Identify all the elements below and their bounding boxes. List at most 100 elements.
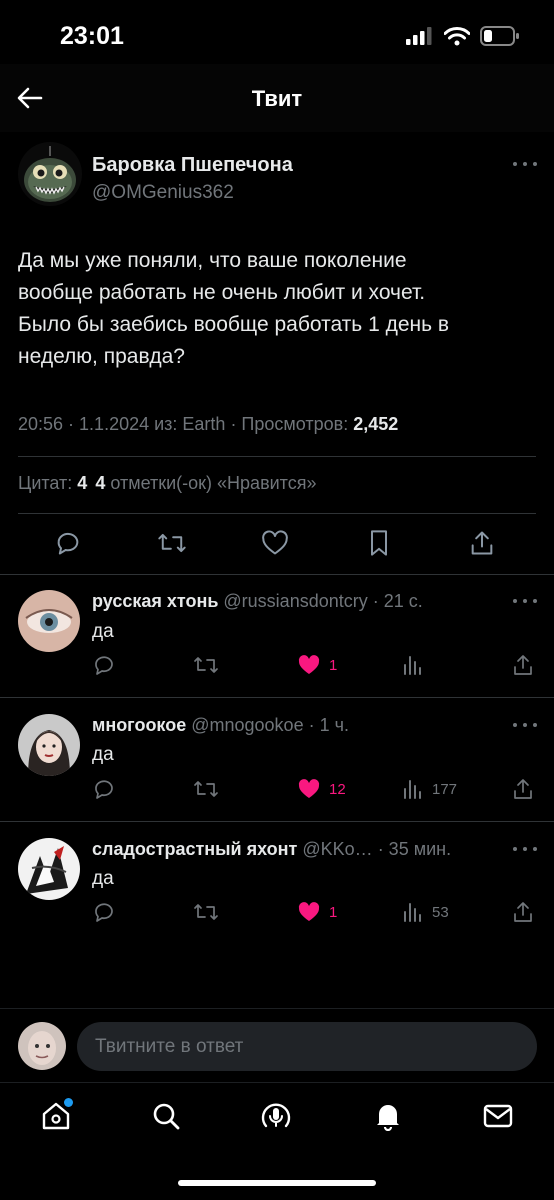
retweet-icon	[194, 781, 218, 797]
like-button[interactable]	[259, 527, 291, 559]
like-count: 1	[329, 656, 338, 674]
heart-icon	[262, 530, 288, 555]
retweet-button[interactable]	[193, 776, 219, 802]
share-icon	[514, 902, 532, 922]
reply-author-name[interactable]: сладострастный яхонт	[92, 839, 297, 859]
more-icon[interactable]	[513, 160, 537, 168]
share-icon	[471, 531, 493, 555]
bookmark-button[interactable]	[363, 527, 395, 559]
reply-avatar[interactable]	[18, 838, 80, 900]
retweet-button[interactable]	[156, 527, 188, 559]
nav-search[interactable]	[148, 1098, 184, 1134]
divider	[18, 456, 536, 457]
more-icon[interactable]	[513, 845, 537, 853]
status-icons	[406, 26, 520, 46]
retweet-button[interactable]	[193, 652, 219, 678]
nav-home[interactable]	[38, 1098, 74, 1134]
search-icon	[153, 1103, 180, 1130]
divider	[0, 697, 554, 698]
heart-filled-icon	[298, 655, 320, 674]
heart-filled-icon	[298, 779, 320, 798]
eye-avatar-image	[18, 590, 80, 652]
reply-author-name[interactable]: многоокое	[92, 715, 186, 735]
share-button[interactable]	[512, 652, 534, 678]
like-count: 12	[329, 780, 346, 798]
author-avatar[interactable]	[18, 142, 82, 206]
reply-button[interactable]	[92, 776, 116, 802]
heart-filled-icon	[298, 902, 320, 921]
views-icon	[404, 780, 421, 799]
reply-text: да	[92, 868, 114, 889]
reply-author-handle[interactable]: @mnogookoe	[191, 715, 303, 735]
retweet-icon	[194, 904, 218, 920]
reply-time[interactable]: · 21 с.	[373, 591, 423, 611]
views-button[interactable]	[402, 652, 432, 678]
reply-button[interactable]	[52, 527, 84, 559]
tweet-stats: Цитат: 4 4 отметки(-ок) «Нравится»	[18, 473, 316, 494]
quotes-count: 4	[77, 473, 88, 493]
like-count: 1	[329, 903, 338, 921]
share-button[interactable]	[512, 899, 534, 925]
reply-author-handle[interactable]: @KKo…	[302, 839, 372, 859]
author-name[interactable]: Баровка Пшепечона	[92, 154, 293, 177]
views-icon	[404, 656, 421, 675]
reply-time[interactable]: · 1 ч.	[309, 715, 349, 735]
reply-icon	[95, 903, 113, 922]
reply-text: да	[92, 744, 114, 765]
spaces-icon	[261, 1103, 291, 1128]
reply-author-handle[interactable]: @russiansdontcry	[223, 591, 367, 611]
home-indicator	[178, 1180, 376, 1186]
reply-input[interactable]	[77, 1022, 537, 1071]
views-count[interactable]: 2,452	[353, 414, 398, 434]
likes-count: 4	[95, 473, 106, 493]
views-count: 53	[432, 903, 449, 921]
reply-header: русская хтонь @russiansdontcry · 21 с.	[92, 591, 423, 612]
user-avatar-image	[18, 1022, 66, 1070]
views-button[interactable]: 53	[402, 899, 449, 925]
mail-icon	[483, 1104, 513, 1128]
reply-avatar[interactable]	[18, 714, 80, 776]
like-button[interactable]: 12	[297, 776, 346, 802]
author-handle[interactable]: @OMGenius362	[92, 182, 234, 204]
views-button[interactable]: 177	[402, 776, 457, 802]
reply-icon	[57, 532, 79, 555]
reply-button[interactable]	[92, 652, 116, 678]
divider	[0, 821, 554, 822]
more-icon[interactable]	[513, 721, 537, 729]
reply-button[interactable]	[92, 899, 116, 925]
reply-time[interactable]: · 35 мин.	[378, 839, 451, 859]
current-user-avatar[interactable]	[18, 1022, 66, 1070]
share-button[interactable]	[512, 776, 534, 802]
reply-header: многоокое @mnogookoe · 1 ч.	[92, 715, 349, 736]
nav-notifications[interactable]	[370, 1098, 406, 1134]
nav-spaces[interactable]	[258, 1098, 294, 1134]
like-button[interactable]: 1	[297, 899, 337, 925]
signal-icon	[406, 27, 432, 45]
reply-text: да	[92, 621, 114, 642]
battery-icon	[480, 26, 519, 46]
status-time: 23:01	[60, 22, 124, 50]
reply-avatar[interactable]	[18, 590, 80, 652]
divider	[0, 1008, 554, 1009]
portrait-avatar-image	[18, 714, 80, 776]
share-button[interactable]	[466, 527, 498, 559]
monster-avatar-image	[18, 142, 82, 206]
reply-header: сладострастный яхонт @KKo… · 35 мин.	[92, 839, 451, 860]
bookmark-icon	[371, 530, 387, 556]
like-button[interactable]: 1	[297, 652, 337, 678]
likes-label: отметки(-ок) «Нравится»	[110, 473, 317, 493]
retweet-icon	[194, 657, 218, 673]
anime-avatar-image	[18, 838, 80, 900]
more-icon[interactable]	[513, 597, 537, 605]
quotes-stat[interactable]: Цитат: 4	[18, 473, 87, 494]
likes-stat[interactable]: 4 отметки(-ок) «Нравится»	[95, 473, 316, 494]
reply-author-name[interactable]: русская хтонь	[92, 591, 218, 611]
tweet-text: Да мы уже поняли, что ваше поколение воо…	[18, 249, 450, 368]
reply-icon	[95, 780, 113, 799]
nav-messages[interactable]	[480, 1098, 516, 1134]
divider	[18, 513, 536, 514]
views-count: 177	[432, 780, 458, 798]
retweet-button[interactable]	[193, 899, 219, 925]
share-icon	[514, 779, 532, 799]
wifi-icon	[444, 26, 470, 45]
